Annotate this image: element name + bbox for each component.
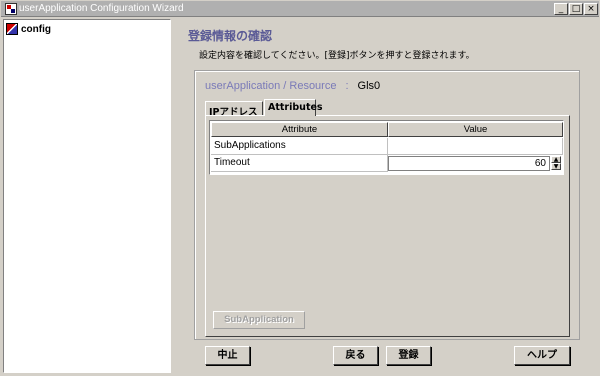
config-icon — [6, 23, 18, 35]
resource-line: userApplication / Resource: Gls0 — [205, 80, 380, 92]
back-button[interactable]: 戻る — [333, 346, 378, 365]
tab-attributes[interactable]: Attributes — [264, 99, 323, 116]
table-row[interactable]: Timeout 60 ▲ ▼ — [211, 155, 562, 172]
cancel-button[interactable]: 中止 — [205, 346, 250, 365]
attribute-cell[interactable]: Timeout — [211, 155, 388, 172]
app-icon — [5, 3, 17, 15]
register-button[interactable]: 登録 — [386, 346, 431, 365]
resource-type-label: userApplication / Resource — [205, 80, 337, 92]
spinner-down-icon[interactable]: ▼ — [551, 163, 561, 170]
subapplication-button[interactable]: SubApplication — [213, 311, 305, 329]
close-button[interactable]: × — [584, 3, 598, 15]
window-title: userApplication Configuration Wizard — [19, 3, 184, 14]
resource-separator: : — [345, 80, 349, 92]
spinner-up-icon[interactable]: ▲ — [551, 156, 561, 163]
table-row[interactable]: SubApplications — [211, 138, 563, 155]
minimize-button[interactable]: _ — [554, 3, 568, 15]
page-description: 設定内容を確認してください。[登録]ボタンを押すと登録されます。 — [199, 51, 475, 61]
maximize-button[interactable]: □ — [569, 3, 583, 15]
attribute-cell[interactable]: SubApplications — [211, 138, 388, 155]
timeout-spinner-input[interactable]: 60 — [388, 156, 550, 171]
help-button[interactable]: ヘルプ — [514, 346, 570, 365]
attributes-table: Attribute Value SubApplications Timeout … — [209, 120, 564, 175]
title-bar[interactable]: userApplication Configuration Wizard _ □… — [1, 1, 599, 17]
value-cell[interactable] — [388, 138, 563, 155]
column-header-attribute[interactable]: Attribute — [211, 122, 388, 137]
resource-value: Gls0 — [357, 80, 381, 92]
column-header-value[interactable]: Value — [388, 122, 563, 137]
tree-item-config[interactable]: config — [6, 22, 51, 36]
config-tree[interactable]: config — [3, 19, 171, 373]
page-heading: 登録情報の確認 — [188, 29, 273, 43]
tree-item-label: config — [21, 23, 51, 35]
tab-ip-address[interactable]: IPアドレス — [205, 101, 263, 118]
wizard-window: userApplication Configuration Wizard _ □… — [0, 0, 600, 376]
